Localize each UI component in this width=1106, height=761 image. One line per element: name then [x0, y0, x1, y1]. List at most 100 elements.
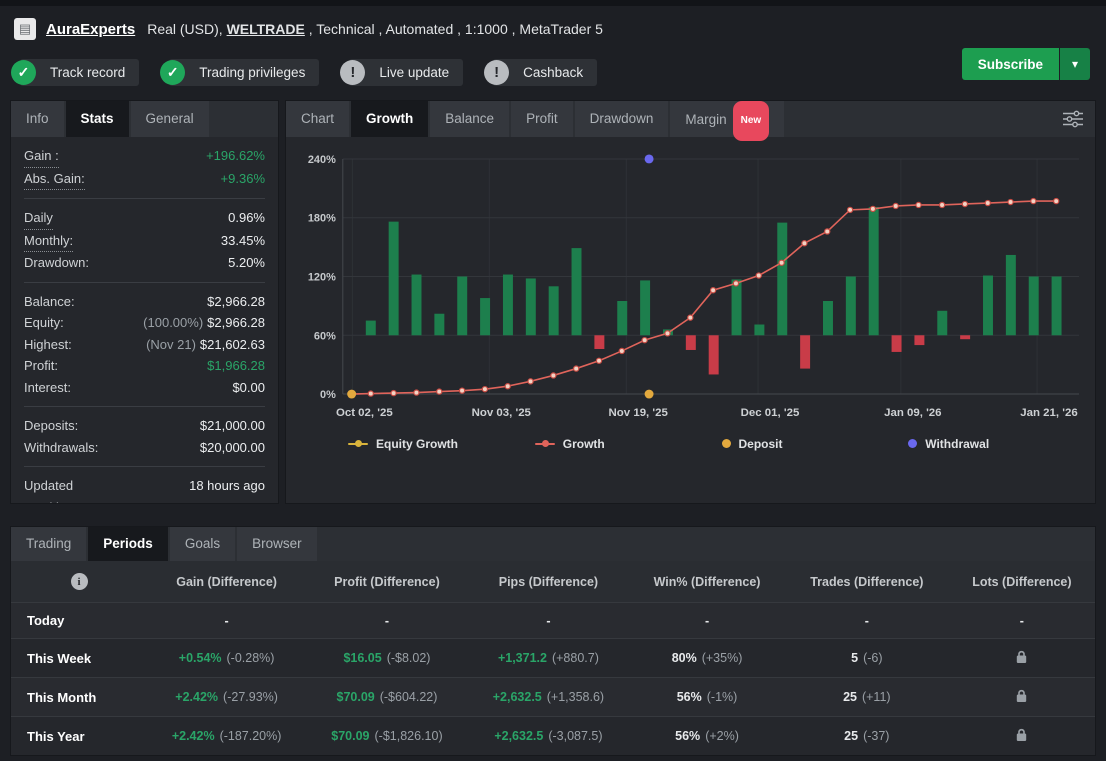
growth-chart-svg[interactable]: Oct 02, '25Nov 03, '25Nov 19, '25Dec 01,…: [288, 145, 1091, 426]
growth-point[interactable]: [688, 315, 693, 320]
growth-point[interactable]: [459, 388, 464, 393]
growth-point[interactable]: [779, 260, 784, 265]
growth-point[interactable]: [574, 366, 579, 371]
growth-point[interactable]: [756, 273, 761, 278]
profit-bar[interactable]: [526, 278, 536, 335]
periods-tab-trading[interactable]: Trading: [11, 527, 86, 561]
loss-bar[interactable]: [686, 335, 696, 350]
badge-live-update[interactable]: !Live update: [349, 59, 463, 86]
growth-point[interactable]: [596, 358, 601, 363]
info-icon[interactable]: i: [71, 573, 88, 590]
profit-bar[interactable]: [983, 276, 993, 336]
badge-track-record[interactable]: ✓Track record: [20, 59, 139, 86]
growth-point[interactable]: [528, 379, 533, 384]
profit-bar[interactable]: [846, 277, 856, 336]
profit-bar[interactable]: [572, 248, 582, 335]
legend-item-withdrawal[interactable]: Withdrawal: [908, 437, 1095, 451]
loss-bar[interactable]: [800, 335, 810, 368]
lock-icon[interactable]: [1015, 727, 1028, 745]
loss-bar[interactable]: [960, 335, 970, 339]
loss-bar[interactable]: [892, 335, 902, 352]
growth-point[interactable]: [962, 201, 967, 206]
deposit-marker[interactable]: [645, 390, 654, 399]
profit-bar[interactable]: [434, 314, 444, 336]
profit-bar[interactable]: [754, 325, 764, 336]
growth-point[interactable]: [665, 331, 670, 336]
broker-link[interactable]: WELTRADE: [227, 21, 305, 37]
growth-point[interactable]: [870, 206, 875, 211]
growth-point[interactable]: [916, 202, 921, 207]
profit-bar[interactable]: [480, 298, 490, 335]
stat-label[interactable]: Monthly:: [24, 230, 73, 253]
stats-tab-stats[interactable]: Stats: [66, 101, 129, 137]
growth-chart[interactable]: Oct 02, '25Nov 03, '25Nov 19, '25Dec 01,…: [286, 137, 1095, 429]
growth-point[interactable]: [551, 373, 556, 378]
periods-tab-goals[interactable]: Goals: [170, 527, 235, 561]
growth-point[interactable]: [940, 202, 945, 207]
chart-tab-profit[interactable]: Profit: [511, 101, 573, 137]
subscribe-button[interactable]: Subscribe: [962, 48, 1059, 80]
badge-cashback[interactable]: !Cashback: [493, 59, 597, 86]
profit-bar[interactable]: [457, 277, 467, 336]
growth-point[interactable]: [642, 338, 647, 343]
growth-point[interactable]: [1008, 199, 1013, 204]
periods-tab-periods[interactable]: Periods: [88, 527, 168, 561]
legend-item-deposit[interactable]: Deposit: [722, 437, 909, 451]
growth-point[interactable]: [985, 200, 990, 205]
chart-tab-drawdown[interactable]: Drawdown: [575, 101, 669, 137]
profit-bar[interactable]: [366, 321, 376, 336]
stats-tab-general[interactable]: General: [131, 101, 209, 137]
growth-point[interactable]: [847, 207, 852, 212]
growth-point[interactable]: [482, 387, 487, 392]
profit-bar[interactable]: [777, 223, 787, 336]
profit-bar[interactable]: [503, 275, 513, 336]
stat-label[interactable]: Gain :: [24, 145, 59, 168]
profit-bar[interactable]: [1006, 255, 1016, 335]
chart-tab-chart[interactable]: Chart: [286, 101, 349, 137]
growth-point[interactable]: [437, 389, 442, 394]
withdrawal-marker[interactable]: [645, 154, 654, 163]
chart-tab-growth[interactable]: Growth: [351, 101, 428, 137]
profit-bar[interactable]: [1029, 277, 1039, 336]
badge-trading-privileges[interactable]: ✓Trading privileges: [169, 59, 319, 86]
chart-tab-margin[interactable]: MarginNew: [670, 101, 784, 137]
profit-bar[interactable]: [617, 301, 627, 335]
chart-tab-balance[interactable]: Balance: [430, 101, 509, 137]
profit-bar[interactable]: [823, 301, 833, 335]
growth-point[interactable]: [825, 229, 830, 234]
subscribe-caret-icon[interactable]: ▾: [1060, 48, 1090, 80]
profit-bar[interactable]: [640, 280, 650, 335]
chart-settings-button[interactable]: [1051, 101, 1095, 137]
growth-point[interactable]: [893, 203, 898, 208]
legend-item-growth[interactable]: Growth: [535, 437, 722, 451]
profit-bar[interactable]: [869, 207, 879, 335]
growth-point[interactable]: [619, 348, 624, 353]
profit-bar[interactable]: [549, 286, 559, 335]
profit-bar[interactable]: [412, 275, 422, 336]
profit-bar[interactable]: [937, 311, 947, 335]
periods-tab-browser[interactable]: Browser: [237, 527, 317, 561]
lock-icon[interactable]: [1015, 688, 1028, 706]
growth-point[interactable]: [1031, 198, 1036, 203]
growth-point[interactable]: [368, 391, 373, 396]
deposit-marker[interactable]: [347, 390, 356, 399]
growth-point[interactable]: [414, 390, 419, 395]
lock-icon[interactable]: [1015, 649, 1028, 667]
growth-point[interactable]: [802, 241, 807, 246]
loss-bar[interactable]: [709, 335, 719, 374]
profit-bar[interactable]: [732, 279, 742, 335]
loss-bar[interactable]: [594, 335, 604, 349]
growth-point[interactable]: [391, 390, 396, 395]
growth-point[interactable]: [733, 281, 738, 286]
loss-bar[interactable]: [914, 335, 924, 345]
growth-point[interactable]: [505, 384, 510, 389]
account-name-link[interactable]: AuraExperts: [46, 21, 135, 38]
profit-bar[interactable]: [1052, 277, 1062, 336]
legend-item-equity-growth[interactable]: Equity Growth: [348, 437, 535, 451]
stats-tab-info[interactable]: Info: [11, 101, 64, 137]
stat-label[interactable]: Abs. Gain:: [24, 168, 85, 191]
stat-label[interactable]: Daily: [24, 207, 53, 230]
growth-point[interactable]: [1054, 198, 1059, 203]
profit-bar[interactable]: [389, 222, 399, 336]
growth-point[interactable]: [711, 288, 716, 293]
